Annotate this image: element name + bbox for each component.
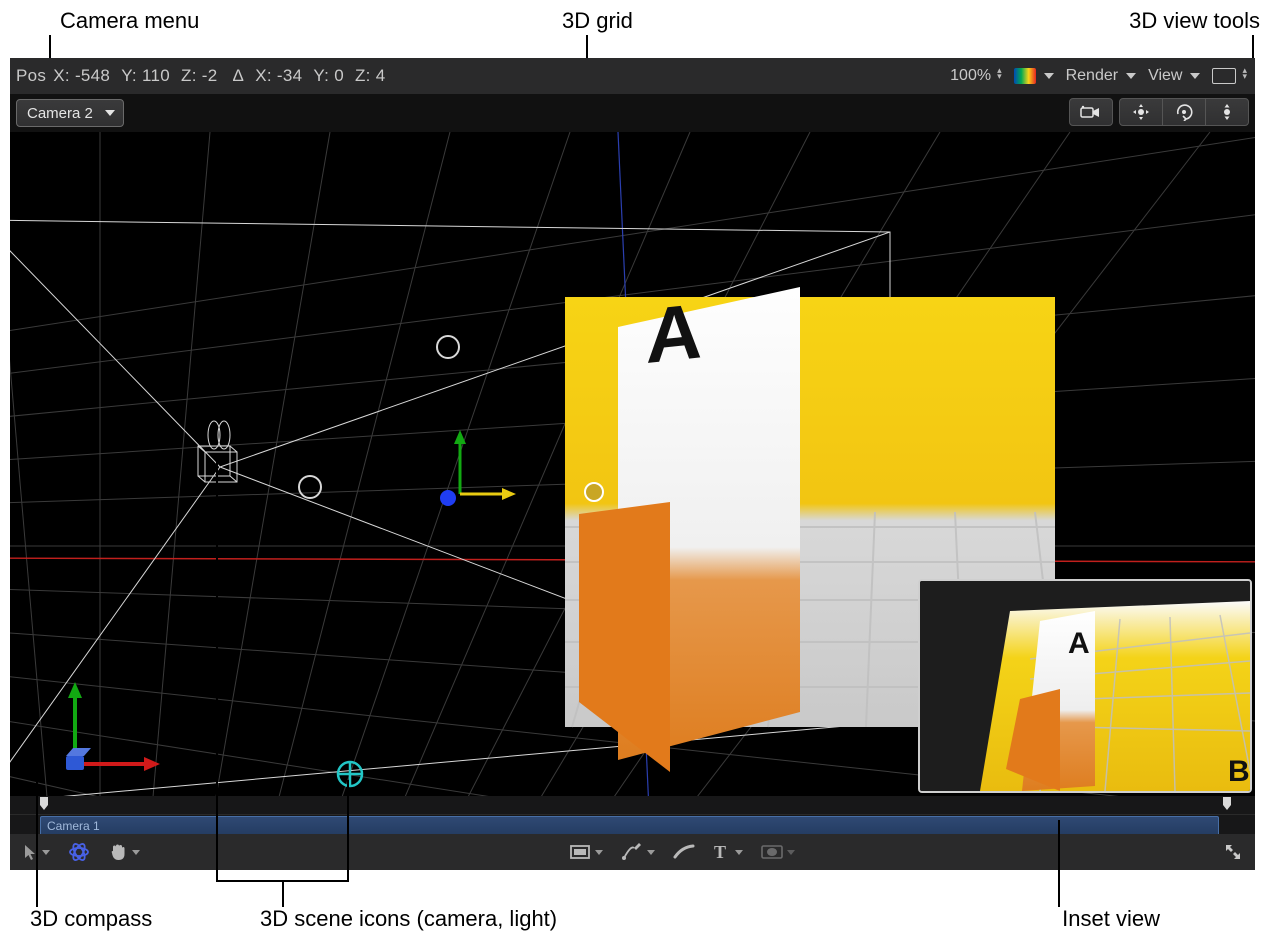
z-value: -2 bbox=[202, 66, 218, 85]
hand-icon bbox=[108, 842, 128, 862]
expand-tool[interactable] bbox=[1223, 834, 1243, 870]
light-icon bbox=[437, 336, 459, 358]
view-label: View bbox=[1148, 67, 1182, 85]
y-label: Y: bbox=[121, 66, 137, 85]
view-dropdown[interactable]: View bbox=[1148, 67, 1200, 85]
chevron-down-icon bbox=[1190, 73, 1200, 79]
chevron-down-icon bbox=[1126, 73, 1136, 79]
pen-tool[interactable] bbox=[621, 834, 655, 870]
svg-text:B: B bbox=[1228, 755, 1250, 788]
coordinate-readout: Pos X: -548 Y: 110 Z: -2 Δ X: -34 Y: 0 Z… bbox=[10, 66, 386, 86]
status-bar: Pos X: -548 Y: 110 Z: -2 Δ X: -34 Y: 0 Z… bbox=[10, 58, 1255, 94]
annot-3d-compass: 3D compass bbox=[30, 906, 152, 932]
zoom-value: 100% bbox=[950, 67, 991, 85]
app-frame: Pos X: -548 Y: 110 Z: -2 Δ X: -34 Y: 0 Z… bbox=[10, 58, 1255, 870]
playhead-end-marker[interactable] bbox=[1221, 795, 1233, 811]
3d-view-tools bbox=[1069, 99, 1249, 125]
dx-label: X: bbox=[255, 66, 272, 85]
selected-light-icon bbox=[338, 762, 362, 786]
inset-scene: A B bbox=[920, 581, 1250, 791]
zoom-dropdown[interactable]: 100% ▴▾ bbox=[950, 67, 1001, 85]
x-value: -548 bbox=[75, 66, 110, 85]
text-tool[interactable]: T bbox=[713, 834, 743, 870]
y-value: 110 bbox=[142, 66, 170, 85]
annot-scene-icons: 3D scene icons (camera, light) bbox=[260, 906, 557, 932]
dz-label: Z: bbox=[355, 66, 371, 85]
3d-compass bbox=[66, 682, 160, 771]
orbit-button[interactable] bbox=[1163, 99, 1206, 125]
atom-3d-icon bbox=[68, 841, 90, 863]
inset-view[interactable]: Camera 1 A B bbox=[918, 579, 1252, 793]
color-channel-dropdown[interactable] bbox=[1014, 68, 1054, 84]
pen-bezier-icon bbox=[621, 842, 643, 862]
text-icon: T bbox=[713, 843, 731, 861]
transform-manipulator bbox=[440, 430, 516, 506]
scene-letter-a: A bbox=[646, 286, 702, 380]
z-label: Z: bbox=[181, 66, 197, 85]
expand-arrows-icon bbox=[1223, 842, 1243, 862]
annot-inset-view: Inset view bbox=[1062, 906, 1160, 932]
brush-stroke-icon bbox=[673, 843, 695, 861]
render-label: Render bbox=[1066, 67, 1118, 85]
dy-value: 0 bbox=[334, 66, 344, 85]
color-swatch-icon bbox=[1014, 68, 1036, 84]
annot-camera-menu: Camera menu bbox=[60, 8, 199, 34]
pan-button[interactable] bbox=[1120, 99, 1163, 125]
mask-tool[interactable] bbox=[761, 834, 795, 870]
leader-line bbox=[1058, 820, 1060, 907]
chevron-down-icon bbox=[42, 850, 50, 855]
pan-icon bbox=[1131, 103, 1151, 121]
pan-tool[interactable] bbox=[108, 834, 140, 870]
annot-3d-grid: 3D grid bbox=[562, 8, 633, 34]
leader-line bbox=[282, 880, 284, 907]
3d-view-control-segment bbox=[1119, 98, 1249, 126]
3d-transform-tool[interactable] bbox=[68, 834, 90, 870]
mask-icon bbox=[761, 844, 783, 860]
chevron-down-icon bbox=[787, 850, 795, 855]
pos-label: Pos bbox=[16, 66, 46, 85]
chevron-down-icon bbox=[647, 850, 655, 855]
stepper-arrows-icon: ▴▾ bbox=[997, 70, 1002, 82]
mini-timeline[interactable]: Camera 1 bbox=[10, 796, 1255, 834]
svg-text:A: A bbox=[1068, 627, 1090, 660]
chevron-down-icon bbox=[1044, 73, 1054, 79]
layout-icon bbox=[1212, 68, 1236, 84]
canvas-toolbar: T bbox=[10, 834, 1255, 870]
dz-value: 4 bbox=[376, 66, 386, 85]
delta-symbol: Δ bbox=[233, 66, 245, 85]
dx-value: -34 bbox=[277, 66, 302, 85]
playhead-start-marker[interactable] bbox=[38, 795, 50, 811]
svg-text:T: T bbox=[714, 843, 726, 861]
3d-viewport[interactable]: A bbox=[10, 132, 1255, 796]
orbit-icon bbox=[1174, 103, 1194, 121]
camera-menu[interactable]: Camera 2 bbox=[16, 99, 124, 127]
leader-line bbox=[347, 780, 349, 882]
light-icon bbox=[585, 483, 603, 501]
leader-line bbox=[36, 727, 38, 907]
light-icon bbox=[299, 476, 321, 498]
dy-label: Y: bbox=[313, 66, 329, 85]
chevron-down-icon bbox=[132, 850, 140, 855]
camera-icon bbox=[1079, 104, 1103, 120]
clip-label: Camera 1 bbox=[47, 819, 100, 833]
x-label: X: bbox=[53, 66, 70, 85]
paint-stroke-tool[interactable] bbox=[673, 834, 695, 870]
stepper-arrows-icon: ▴▾ bbox=[1242, 70, 1247, 82]
camera-menu-row: Camera 2 bbox=[10, 94, 1255, 132]
rectangle-icon bbox=[569, 844, 591, 860]
viewport-layout-dropdown[interactable]: ▴▾ bbox=[1212, 68, 1247, 84]
camera-menu-label: Camera 2 bbox=[27, 105, 93, 122]
leader-line bbox=[216, 455, 218, 882]
chevron-down-icon bbox=[735, 850, 743, 855]
annot-3d-view-tools: 3D view tools bbox=[1129, 8, 1260, 34]
active-camera-button[interactable] bbox=[1069, 98, 1113, 126]
rectangle-tool[interactable] bbox=[569, 834, 603, 870]
chevron-down-icon bbox=[105, 110, 115, 116]
dolly-icon bbox=[1219, 103, 1235, 121]
render-dropdown[interactable]: Render bbox=[1066, 67, 1136, 85]
chevron-down-icon bbox=[595, 850, 603, 855]
dolly-button[interactable] bbox=[1206, 99, 1248, 125]
